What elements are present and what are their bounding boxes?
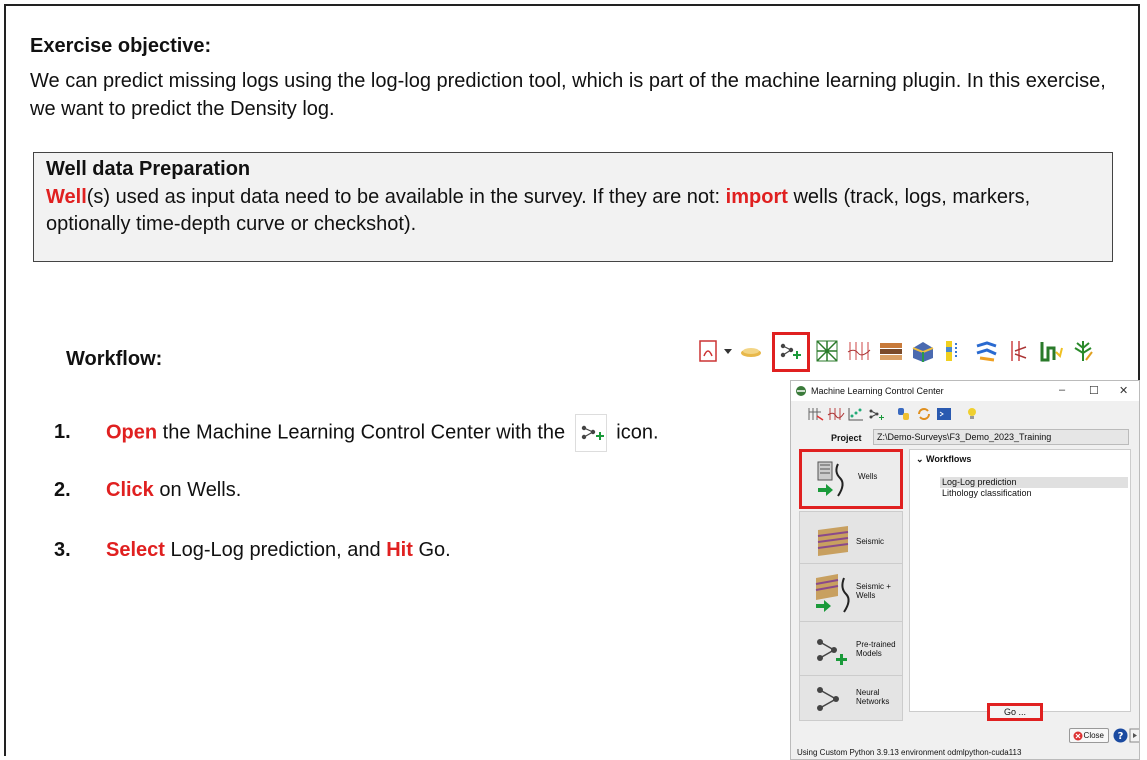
terminal-icon[interactable] — [935, 406, 953, 422]
plugin-toolbar — [676, 330, 1138, 372]
workflows-panel: ⌄ Workflows Log-Log prediction Lithology… — [909, 449, 1131, 712]
seismic-button[interactable]: Seismic — [799, 511, 903, 571]
workflow-step-3: 3. Select Log-Log prediction, and Hit Go. — [54, 539, 451, 562]
seismic-button-label: Seismic — [856, 537, 885, 546]
step-keyword: Open — [106, 421, 158, 444]
well-keyword: Well — [46, 186, 87, 208]
maximize-icon[interactable]: ☐ — [1089, 384, 1099, 397]
ml-icon-highlight — [772, 332, 810, 372]
preparation-text-1: (s) used as input data need to be availa… — [86, 186, 726, 208]
wells-button-label: Wells — [858, 472, 878, 481]
step-text: the Machine Learning Control Center with… — [157, 421, 571, 444]
step-text: Log-Log prediction, and — [164, 539, 387, 561]
preparation-text: Well(s) used as input data need to be av… — [46, 184, 1100, 238]
fault-icon[interactable] — [1006, 338, 1032, 364]
import-keyword: import — [725, 186, 788, 208]
tree-icon[interactable] — [1070, 338, 1096, 364]
grid-icon[interactable] — [814, 338, 840, 364]
facies-icon[interactable] — [942, 338, 968, 364]
seismic-wells-icon — [815, 574, 850, 613]
close-button[interactable]: Close — [1069, 728, 1109, 743]
neural-networks-button[interactable]: Neural Networks — [799, 675, 903, 721]
workflows-header[interactable]: ⌄ Workflows — [916, 454, 971, 465]
workflows-header-label: Workflows — [926, 454, 972, 464]
close-icon[interactable]: ✕ — [1119, 384, 1128, 397]
log-curves-icon[interactable] — [846, 338, 872, 364]
workflow-step-1: 1. Open the Machine Learning Control Cent… — [54, 414, 659, 452]
dropdown-arrow-icon[interactable] — [722, 338, 734, 364]
step-text-end: Go. — [412, 539, 451, 561]
ml-control-center-window: Machine Learning Control Center – ☐ ✕ Pr… — [790, 380, 1140, 760]
ml-control-center-icon — [574, 414, 607, 452]
table-icon[interactable] — [807, 406, 825, 422]
pretrained-models-button-label: Pre-trained Models — [856, 640, 896, 658]
crossplot-icon[interactable] — [847, 406, 865, 422]
python-icon[interactable] — [895, 406, 913, 422]
refresh-icon[interactable] — [915, 406, 933, 422]
step-keyword: Select — [106, 539, 165, 561]
app-logo-icon — [796, 386, 806, 396]
step-text: on Wells. — [153, 479, 242, 501]
seismic-icon — [817, 526, 849, 556]
pretrained-models-button[interactable]: Pre-trained Models — [799, 621, 903, 681]
project-field[interactable]: Z:\Demo-Surveys\F3_Demo_2023_Training — [873, 429, 1129, 445]
wells-button[interactable]: Wells — [799, 449, 903, 509]
minimize-icon[interactable]: – — [1059, 384, 1065, 396]
neural-networks-button-label: Neural Networks — [856, 688, 890, 706]
close-button-label: Close — [1083, 731, 1104, 740]
log-view-icon[interactable] — [827, 406, 845, 422]
step-text-end: icon. — [610, 421, 659, 444]
seismic-wells-button[interactable]: Seismic + Wells — [799, 563, 903, 625]
close-circle-icon — [1073, 731, 1083, 741]
wells-icon — [817, 461, 844, 497]
step-number: 3. — [54, 539, 71, 561]
preparation-title: Well data Preparation — [46, 158, 251, 180]
workflow-item-log-log[interactable]: Log-Log prediction — [940, 477, 1128, 488]
go-button[interactable]: Go ... — [987, 703, 1043, 721]
objective-text: We can predict missing logs using the lo… — [30, 70, 1106, 120]
step-number: 2. — [54, 479, 71, 501]
wavelet-icon[interactable] — [1038, 338, 1064, 364]
pretrained-network-icon — [817, 639, 847, 665]
lightbulb-icon[interactable] — [963, 406, 981, 422]
model-cube-icon[interactable] — [910, 338, 936, 364]
workflow-title: Workflow: — [66, 348, 163, 370]
neural-network-icon — [817, 687, 839, 711]
ml-network-small-icon[interactable] — [867, 406, 885, 422]
seismic-wells-button-label: Seismic + Wells — [856, 582, 891, 600]
preparation-box: Well data Preparation Well(s) used as in… — [33, 152, 1113, 262]
objective-title: Exercise objective: — [30, 35, 212, 57]
step-number: 1. — [54, 421, 71, 444]
horizon-icon[interactable] — [738, 338, 764, 364]
step-keyword-2: Hit — [386, 539, 413, 561]
workflow-step-2: 2. Click on Wells. — [54, 479, 241, 502]
correlation-icon[interactable] — [974, 338, 1000, 364]
window-titlebar: Machine Learning Control Center – ☐ ✕ — [791, 381, 1139, 401]
svg-text:?: ? — [1118, 731, 1124, 742]
step-keyword: Click — [106, 479, 154, 501]
project-label: Project — [831, 433, 862, 443]
workflow-item-lithology[interactable]: Lithology classification — [940, 488, 1128, 499]
status-bar-text: Using Custom Python 3.9.13 environment o… — [797, 748, 1022, 757]
pdf-icon[interactable] — [696, 338, 722, 364]
run-icon[interactable] — [1129, 728, 1140, 743]
help-icon[interactable]: ? — [1113, 728, 1128, 743]
window-title: Machine Learning Control Center — [811, 386, 944, 396]
layers-icon[interactable] — [878, 338, 904, 364]
